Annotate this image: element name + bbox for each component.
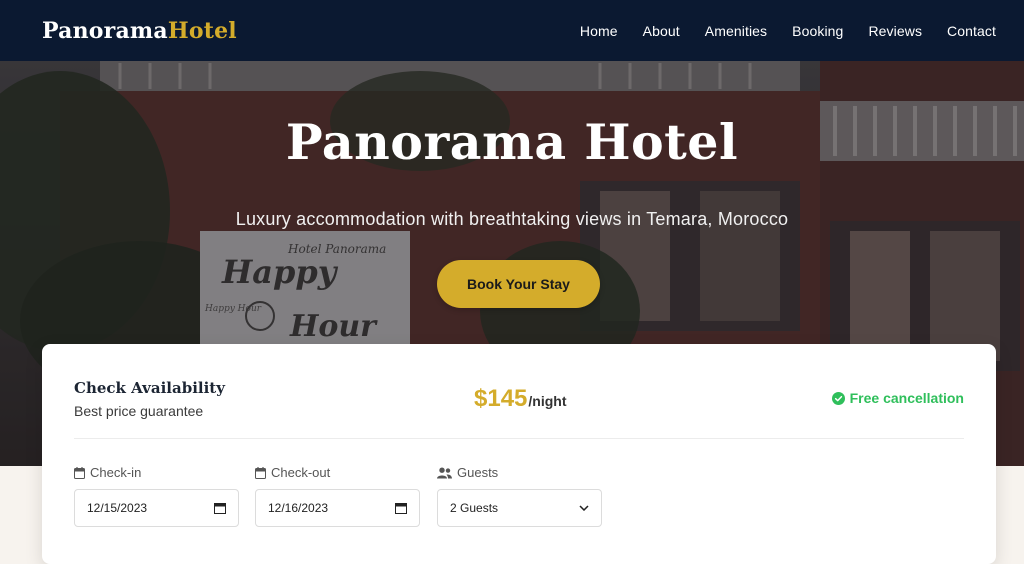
hero-title: Panorama Hotel <box>285 113 739 171</box>
guests-select-value: 2 Guests <box>450 501 499 515</box>
availability-header: Check Availability Best price guarantee … <box>74 344 964 439</box>
check-circle-icon <box>831 391 845 405</box>
availability-subtitle: Best price guarantee <box>74 403 204 419</box>
checkout-date-input[interactable]: 12/16/2023 <box>255 489 420 527</box>
book-your-stay-button[interactable]: Book Your Stay <box>437 260 600 308</box>
guests-label: Guests <box>437 465 498 480</box>
availability-title: Check Availability <box>74 379 225 397</box>
checkin-label-text: Check-in <box>90 465 142 480</box>
guests-label-text: Guests <box>457 465 499 480</box>
brand-name-accent: Hotel <box>167 17 237 44</box>
nav-link-reviews[interactable]: Reviews <box>868 23 922 39</box>
checkout-label: Check-out <box>255 465 330 480</box>
nav-link-amenities[interactable]: Amenities <box>705 23 767 39</box>
price-unit: /night <box>528 393 567 409</box>
brand-logo[interactable]: PanoramaHotel <box>42 18 237 44</box>
calendar-icon <box>255 466 266 479</box>
checkout-label-text: Check-out <box>271 465 331 480</box>
nav-link-contact[interactable]: Contact <box>947 23 996 39</box>
guests-select[interactable]: 2 Guests <box>437 489 602 527</box>
hero-subtitle: Luxury accommodation with breathtaking v… <box>235 209 789 229</box>
nav-link-booking[interactable]: Booking <box>792 23 843 39</box>
availability-card: Check Availability Best price guarantee … <box>42 344 996 564</box>
checkout-date-value: 12/16/2023 <box>268 501 329 515</box>
users-icon <box>437 467 452 478</box>
nav-link-home[interactable]: Home <box>580 23 618 39</box>
nav-link-about[interactable]: About <box>643 23 680 39</box>
calendar-icon <box>74 466 85 479</box>
calendar-picker-icon[interactable] <box>214 502 226 514</box>
checkin-date-value: 12/15/2023 <box>87 501 148 515</box>
top-navbar: PanoramaHotel Home About Amenities Booki… <box>0 0 1024 61</box>
checkin-label: Check-in <box>74 465 141 480</box>
brand-name-main: Panorama <box>42 17 168 44</box>
calendar-picker-icon[interactable] <box>395 502 407 514</box>
chevron-down-icon <box>579 505 589 511</box>
checkin-date-input[interactable]: 12/15/2023 <box>74 489 239 527</box>
free-cancellation-badge: Free cancellation <box>831 390 964 406</box>
price-display: $145 /night <box>474 385 567 413</box>
price-amount: $145 <box>474 385 528 412</box>
free-cancellation-text: Free cancellation <box>849 390 964 406</box>
nav-links: Home About Amenities Booking Reviews Con… <box>580 23 996 39</box>
